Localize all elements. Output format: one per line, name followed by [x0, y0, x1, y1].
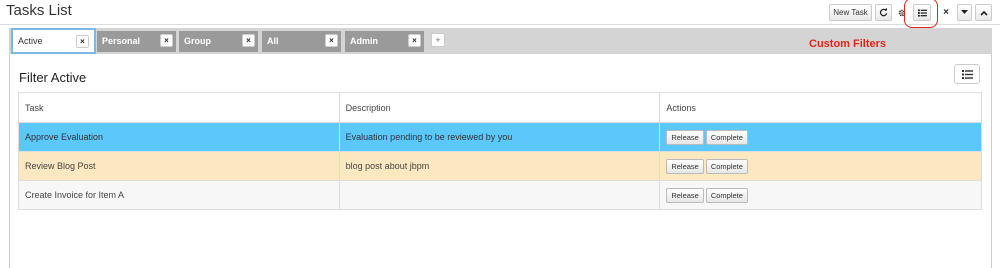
close-icon[interactable]: × [76, 35, 89, 48]
task-actions: Release Complete [659, 151, 982, 181]
release-button[interactable]: Release [666, 187, 704, 203]
filter-title: Filter Active [19, 70, 87, 85]
tab-admin[interactable]: Admin × [345, 31, 424, 52]
complete-button[interactable]: Complete [705, 187, 748, 203]
table-header-row: Task Description Actions [18, 92, 982, 123]
task-description: blog post about jbpm [338, 151, 661, 181]
title-bar: Tasks List New Task × [0, 0, 1000, 28]
table-row[interactable]: Approve Evaluation Evaluation pending to… [18, 122, 982, 152]
complete-button[interactable]: Complete [705, 158, 748, 174]
task-actions: Release Complete [659, 180, 982, 210]
list-icon [962, 70, 973, 79]
tab-personal[interactable]: Personal × [97, 31, 176, 52]
custom-filters-annotation: Custom Filters [809, 38, 887, 50]
tab-label: Personal [102, 36, 141, 46]
tab-all[interactable]: All × [262, 31, 341, 52]
collapse-down-button[interactable] [957, 4, 972, 21]
refresh-button[interactable] [875, 4, 892, 21]
close-icon: × [943, 7, 949, 18]
task-name: Review Blog Post [18, 151, 340, 181]
task-name: Approve Evaluation [18, 122, 340, 152]
tab-active[interactable]: Active × [11, 28, 96, 54]
tasks-table: Task Description Actions Approve Evaluat… [18, 92, 982, 210]
tab-label: Group [184, 36, 211, 46]
column-header-actions: Actions [659, 92, 982, 123]
page-title: Tasks List [6, 2, 72, 19]
new-task-button[interactable]: New Task [829, 4, 872, 21]
task-actions: Release Complete [659, 122, 982, 152]
tab-label: Active [18, 36, 43, 46]
tab-group[interactable]: Group × [179, 31, 258, 52]
close-icon[interactable]: × [242, 34, 255, 47]
tab-label: Admin [350, 36, 378, 46]
refresh-icon [879, 8, 888, 17]
task-description [338, 180, 661, 210]
complete-button[interactable]: Complete [705, 129, 748, 145]
release-button[interactable]: Release [666, 158, 704, 174]
close-icon[interactable]: × [408, 34, 421, 47]
close-button[interactable]: × [940, 4, 952, 21]
caret-down-icon [961, 10, 968, 14]
close-icon[interactable]: × [160, 34, 173, 47]
column-header-task[interactable]: Task [18, 92, 340, 123]
table-row[interactable]: Review Blog Post blog post about jbpm Re… [18, 151, 982, 181]
table-row[interactable]: Create Invoice for Item A Release Complet… [18, 180, 982, 210]
custom-filters-highlight [904, 0, 938, 28]
chevron-up-icon [979, 10, 988, 16]
close-icon[interactable]: × [325, 34, 338, 47]
add-filter-button[interactable]: + [431, 33, 445, 47]
release-button[interactable]: Release [666, 129, 704, 145]
task-description: Evaluation pending to be reviewed by you [338, 122, 661, 152]
collapse-up-button[interactable] [975, 4, 992, 21]
task-name: Create Invoice for Item A [18, 180, 340, 210]
tab-label: All [267, 36, 279, 46]
column-options-button[interactable] [954, 64, 980, 84]
column-header-description[interactable]: Description [338, 92, 661, 123]
